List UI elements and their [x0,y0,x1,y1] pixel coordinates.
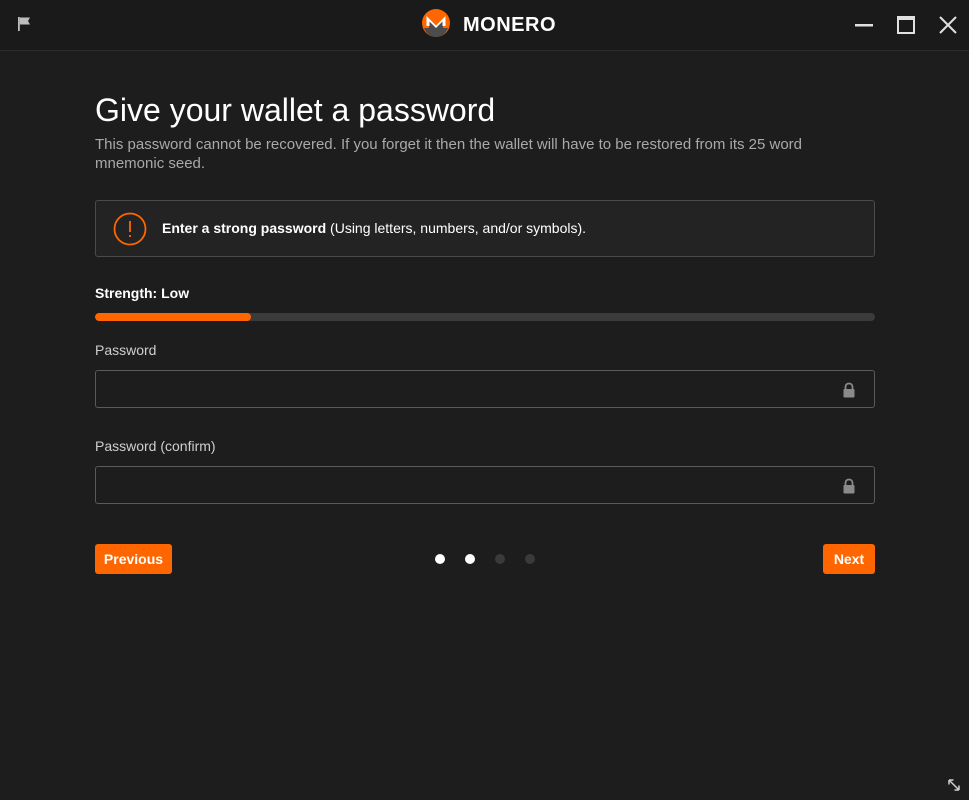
maximize-icon[interactable] [894,13,918,37]
lock-icon [842,382,856,398]
notice-strong-text: Enter a strong password [162,220,327,236]
next-button[interactable]: Next [823,544,875,574]
title-bar: MONERO [0,0,969,51]
step-dot [465,554,475,564]
flag-icon[interactable] [16,15,34,33]
password-confirm-field-wrapper [95,466,875,504]
minimize-icon[interactable] [852,13,876,37]
step-dot [495,554,505,564]
resize-icon[interactable] [947,778,961,792]
password-notice: Enter a strong password (Using letters, … [95,200,875,257]
password-confirm-label: Password (confirm) [95,438,216,454]
strength-label: Strength: Low [95,285,190,301]
strength-meter-fill [95,313,251,321]
close-icon[interactable] [936,13,960,37]
notice-rest-text: (Using letters, numbers, and/or symbols)… [326,220,587,236]
step-dot [525,554,535,564]
password-input[interactable] [96,371,840,407]
brand-logo: MONERO [421,8,556,43]
warning-circle-icon [113,212,147,246]
page-subtitle: This password cannot be recovered. If yo… [95,136,803,172]
password-label: Password [95,342,157,358]
notice-text: Enter a strong password (Using letters, … [162,220,586,236]
wizard-navigation: Previous Next [95,544,875,574]
monero-logo-icon [421,8,451,43]
brand-name: MONERO [463,13,556,36]
strength-meter [95,313,875,321]
wizard-content: Give your wallet a password This passwor… [95,88,875,574]
page-title: Give your wallet a password [95,92,496,128]
lock-icon [842,478,856,494]
previous-button[interactable]: Previous [95,544,172,574]
step-dot [435,554,445,564]
password-field-wrapper [95,370,875,408]
wallet-wizard-window: MONERO Give your wallet a password This … [0,0,969,800]
password-confirm-input[interactable] [96,467,840,503]
step-indicator [435,554,535,564]
